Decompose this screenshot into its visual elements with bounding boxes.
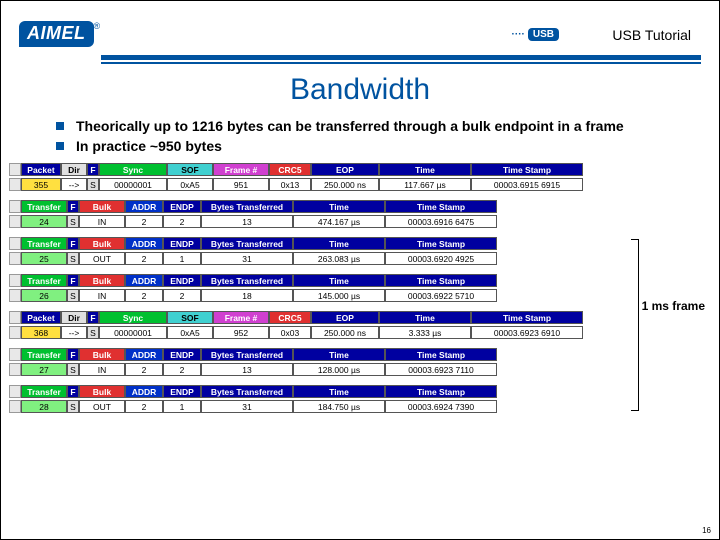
col-crc: CRC5 — [269, 163, 311, 176]
logo: AIMEL® — [19, 21, 100, 47]
page-number: 16 — [702, 526, 711, 535]
header-rule — [101, 55, 701, 64]
trace-header-row: Transfer F Bulk ADDR ENDP Bytes Transfer… — [9, 274, 629, 287]
col-dir: Dir — [61, 163, 87, 176]
trace-data-row: 25 S OUT 2 1 31 263.083 µs 00003.6920 49… — [9, 252, 629, 265]
bullet-item: In practice ~950 bytes — [56, 137, 679, 155]
slide-header: AIMEL® ····USB USB Tutorial — [1, 1, 719, 69]
row-toggle-icon — [9, 163, 21, 176]
atmel-logo: AIMEL — [19, 21, 94, 47]
trace-header-row: Packet Dir F Sync SOF Frame # CRC5 EOP T… — [9, 163, 629, 176]
registered-symbol: ® — [94, 21, 101, 31]
col-sync: Sync — [99, 163, 167, 176]
col-packet: Packet — [21, 163, 61, 176]
trace-header-row: Transfer F Bulk ADDR ENDP Bytes Transfer… — [9, 348, 629, 361]
slide-title: Bandwidth — [1, 73, 719, 107]
row-toggle-icon — [9, 200, 21, 213]
frame-bracket — [631, 239, 639, 411]
usb-trace: Packet Dir F Sync SOF Frame # CRC5 EOP T… — [9, 163, 629, 413]
trace-data-row: 24 S IN 2 2 13 474.167 µs 00003.6916 647… — [9, 215, 629, 228]
col-frame: Frame # — [213, 163, 269, 176]
col-time: Time — [379, 163, 471, 176]
bullet-list: Theorically up to 1216 bytes can be tran… — [56, 117, 679, 155]
trace-header-row: Packet Dir F Sync SOF Frame # CRC5 EOP T… — [9, 311, 629, 324]
trace-data-row: 355 --> S 00000001 0xA5 951 0x13 250.000… — [9, 178, 629, 191]
trace-data-row: 26 S IN 2 2 18 145.000 µs 00003.6922 571… — [9, 289, 629, 302]
col-eop: EOP — [311, 163, 379, 176]
trace-data-row: 368 --> S 00000001 0xA5 952 0x03 250.000… — [9, 326, 629, 339]
col-f: F — [87, 163, 99, 176]
trace-header-row: Transfer F Bulk ADDR ENDP Bytes Transfer… — [9, 200, 629, 213]
bullet-item: Theorically up to 1216 bytes can be tran… — [56, 117, 679, 135]
doc-title: USB Tutorial — [612, 27, 691, 43]
col-stamp: Time Stamp — [471, 163, 583, 176]
frame-label: 1 ms frame — [642, 299, 705, 313]
trace-header-row: Transfer F Bulk ADDR ENDP Bytes Transfer… — [9, 385, 629, 398]
trace-data-row: 28 S OUT 2 1 31 184.750 µs 00003.6924 73… — [9, 400, 629, 413]
col-transfer: Transfer — [21, 200, 67, 213]
col-sof: SOF — [167, 163, 213, 176]
trace-data-row: 27 S IN 2 2 13 128.000 µs 00003.6923 711… — [9, 363, 629, 376]
bullet-marker — [56, 142, 64, 150]
trace-header-row: Transfer F Bulk ADDR ENDP Bytes Transfer… — [9, 237, 629, 250]
usb-badge: ····USB — [512, 29, 559, 40]
bullet-marker — [56, 122, 64, 130]
